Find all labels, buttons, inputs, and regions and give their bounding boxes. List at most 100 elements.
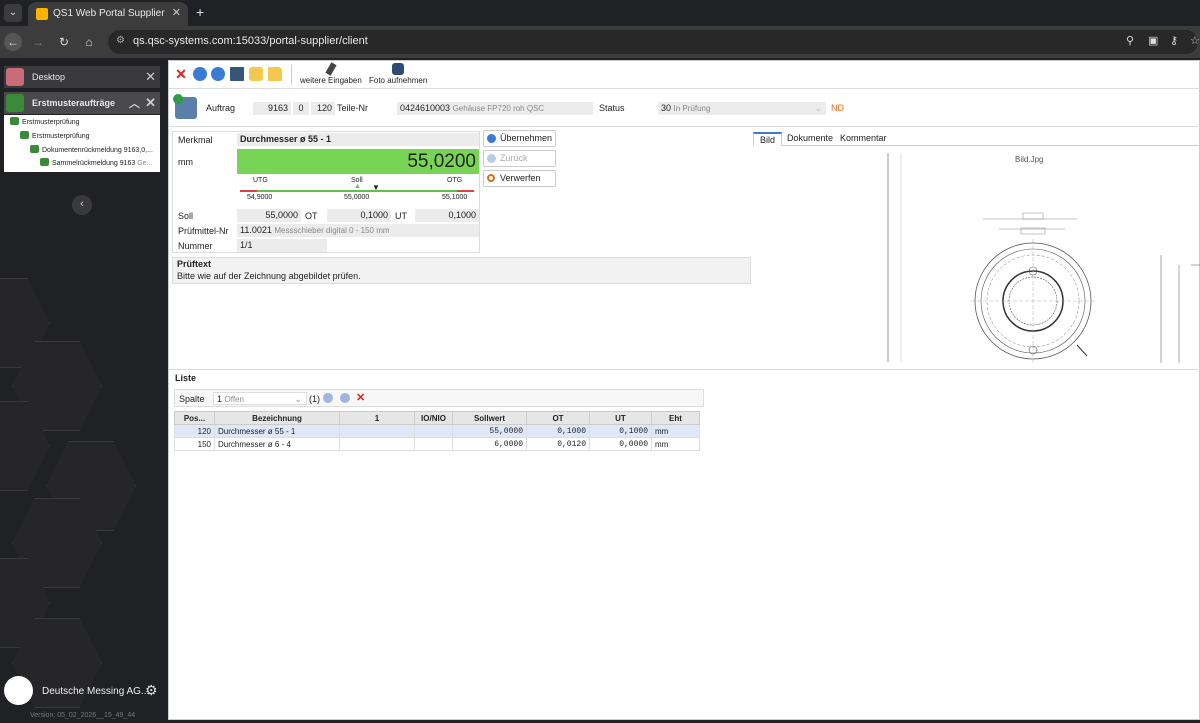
column-header-pos[interactable]: Pos... (174, 411, 215, 425)
column-header-bezeichnung[interactable]: Bezeichnung (214, 411, 340, 425)
forward-arrow-icon[interactable]: → (29, 33, 47, 51)
tree-item-label: Erstmusterprüfung (22, 119, 80, 126)
liste-panel: Liste Spalte 1 Offen ⌄ (1) ✕ Pos... Bezei… (169, 369, 1200, 721)
order-document-icon (173, 94, 197, 119)
in-tolerance-bar (257, 190, 457, 192)
measurement-value-input[interactable]: 55,0200 (237, 149, 479, 174)
toolbar: ✕ weitere Eingaben Foto aufnehmen (169, 61, 1200, 89)
cell-ut: 0,0000 (589, 437, 652, 451)
tree-item[interactable]: Dokumentenrückmeldung 9163,0,... (30, 145, 153, 157)
folder-icon[interactable] (268, 67, 282, 81)
qs1-favicon-icon (36, 8, 48, 20)
cancel-x-icon[interactable]: ✕ (174, 67, 188, 81)
bookmark-star-icon[interactable]: ☆ (1190, 34, 1200, 47)
avatar[interactable] (4, 676, 33, 705)
refresh-icon[interactable] (323, 393, 333, 403)
tree-item[interactable]: Sammelrückmeldung 9163 Ge... (40, 158, 152, 170)
pruefmittel-label: Prüfmittel-Nr (178, 226, 229, 236)
back-arrow-icon[interactable]: ← (4, 33, 22, 51)
collapse-sidebar-chevron-left-icon[interactable]: ‹ (72, 195, 92, 215)
spalte-label: Spalte (179, 394, 205, 404)
filter-select[interactable]: 1 Offen ⌄ (213, 392, 307, 405)
tree-node-icon (40, 158, 49, 166)
weitere-eingaben-button[interactable]: weitere Eingaben (300, 62, 362, 85)
sidebar-item-label: Erstmusteraufträge (32, 98, 116, 108)
next-arrow-icon[interactable] (211, 67, 225, 81)
zoom-icon[interactable]: ⚲ (1126, 34, 1134, 47)
tab-close-icon[interactable]: ✕ (172, 6, 181, 19)
url-bar[interactable]: ⚙ qs.qsc-systems.com:15033/portal-suppli… (108, 30, 1200, 54)
reload-icon[interactable]: ↻ (55, 33, 73, 51)
new-tab-button[interactable]: + (196, 4, 204, 20)
home-icon[interactable]: ⌂ (80, 33, 98, 51)
utg-label: UTG (253, 177, 268, 184)
column-header-io-nio[interactable]: IO/NIO (414, 411, 453, 425)
browser-tab[interactable]: QS1 Web Portal Supplier ✕ (28, 2, 188, 26)
site-info-icon[interactable]: ⚙ (116, 35, 125, 46)
sidebar-item-desktop[interactable]: Desktop ✕ (4, 66, 160, 88)
tab-kommentar[interactable]: Kommentar (834, 132, 893, 146)
gear-icon[interactable]: ⚙ (145, 682, 158, 699)
technical-drawing[interactable]: Bild.Jpg (887, 149, 1200, 364)
zurueck-button[interactable]: Zurück (483, 150, 556, 167)
column-header-eht[interactable]: Eht (651, 411, 700, 425)
chevron-up-icon[interactable]: ︿ (129, 95, 140, 111)
tree-item[interactable]: Erstmusterprüfung (20, 131, 90, 143)
column-header-sollwert[interactable]: Sollwert (452, 411, 527, 425)
cell-pos: 150 (174, 437, 215, 451)
tolerance-scale: UTG Soll OTG ▲ ▼ 54,9000 55,0000 55,1000 (237, 176, 479, 202)
foto-aufnehmen-button[interactable]: Foto aufnehmen (369, 63, 427, 85)
tree-item-label: Erstmusterprüfung (32, 133, 90, 140)
column-header-ut[interactable]: UT (589, 411, 652, 425)
save-disk-icon[interactable] (230, 67, 244, 81)
tree-item-suffix: Ge... (137, 160, 153, 167)
column-header-ot[interactable]: OT (526, 411, 590, 425)
cell-1[interactable] (339, 424, 415, 438)
right-tab-strip: Bild Dokumente Kommentar (753, 131, 1200, 146)
zurueck-label: Zurück (500, 153, 528, 163)
close-icon[interactable]: ✕ (145, 69, 156, 85)
previous-arrow-icon[interactable] (193, 67, 207, 81)
accept-arrow-icon (487, 134, 496, 143)
filter-settings-icon[interactable] (340, 393, 350, 403)
cell-sollwert: 55,0000 (452, 424, 527, 438)
url-text[interactable]: qs.qsc-systems.com:15033/portal-supplier… (133, 35, 368, 47)
cell-sollwert: 6,0000 (452, 437, 527, 451)
back-arrow-icon (487, 154, 496, 163)
cell-1[interactable] (339, 437, 415, 451)
undo-icon (487, 174, 495, 182)
tab-bild[interactable]: Bild (753, 132, 783, 146)
tab-dokumente[interactable]: Dokumente (781, 132, 839, 146)
table-row[interactable]: 120 Durchmesser ø 55 - 1 55,0000 0,1000 … (174, 424, 700, 438)
tree-item[interactable]: Erstmusterprüfung (10, 117, 80, 129)
erstmuster-icon (6, 94, 24, 112)
auftrag-number: 9163 (253, 102, 291, 115)
password-key-icon[interactable]: ⚷ (1170, 34, 1178, 47)
uebernehmen-button[interactable]: Übernehmen (483, 130, 556, 147)
ut-value: 0,1000 (415, 209, 479, 222)
status-flag: ND (831, 103, 844, 113)
sidebar-item-erstmusterauftraege[interactable]: Erstmusteraufträge ︿ ✕ (4, 92, 160, 114)
clear-filter-x-icon[interactable]: ✕ (356, 391, 365, 404)
note-icon[interactable] (249, 67, 263, 81)
pen-icon (325, 62, 337, 76)
filter-count: (1) (309, 394, 320, 404)
table-row[interactable]: 150 Durchmesser ø 6 - 4 6,0000 0,0120 0,… (174, 437, 700, 451)
tree-item-label: Dokumentenrückmeldung 9163,0,... (42, 147, 153, 154)
verwerfen-button[interactable]: Verwerfen (483, 170, 556, 187)
desktop-icon (6, 68, 24, 86)
drawing-image (887, 153, 1200, 363)
unit-label: mm (178, 157, 193, 167)
liste-title: Liste (175, 373, 197, 383)
column-header-1[interactable]: 1 (339, 411, 415, 425)
teile-nr-field: 0424610003 Gehäuse FP720 roh QSC (397, 102, 593, 115)
close-icon[interactable]: ✕ (145, 95, 156, 111)
status-label: Status (599, 103, 625, 113)
chevron-down-icon: ⌄ (294, 394, 302, 404)
otg-label: OTG (447, 177, 463, 184)
tab-search-chevron-icon[interactable]: ⌄ (4, 4, 22, 22)
uebernehmen-label: Übernehmen (500, 133, 553, 143)
pruefftext-panel: Prüftext Bitte wie auf der Zeichnung abg… (172, 257, 751, 284)
cell-eht: mm (651, 437, 700, 451)
install-app-icon[interactable]: ▣ (1148, 34, 1158, 47)
